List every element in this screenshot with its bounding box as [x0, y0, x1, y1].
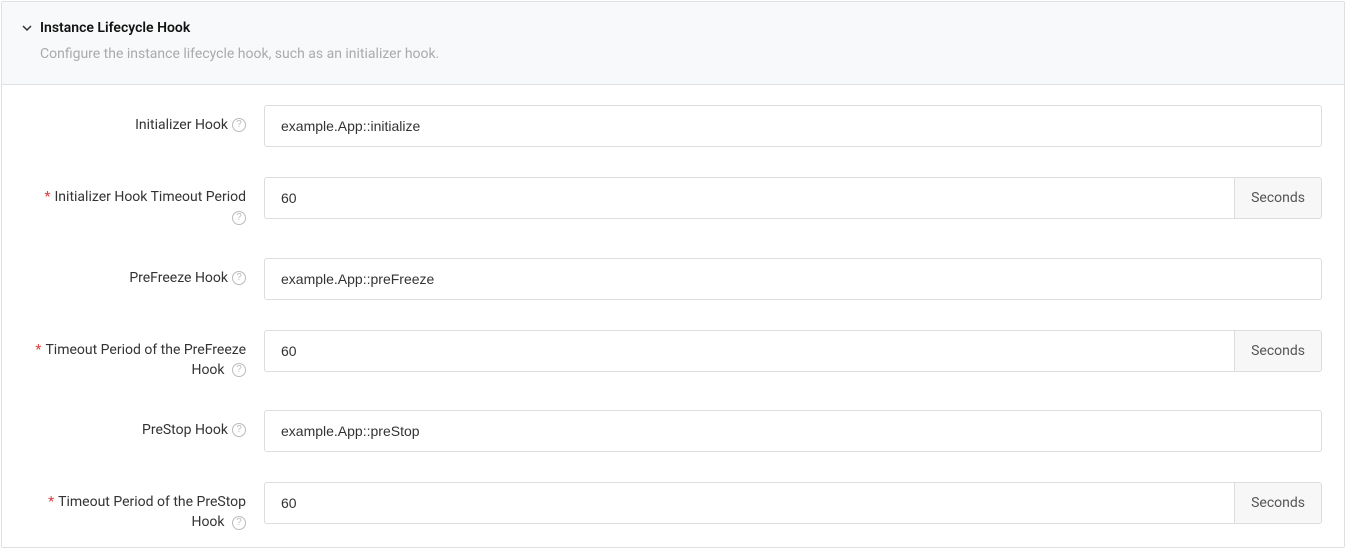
- help-icon[interactable]: ?: [232, 211, 246, 225]
- label-prefreeze: PreFreeze Hook?: [24, 258, 264, 288]
- label-initializer-timeout: *Initializer Hook Timeout Period ?: [24, 177, 264, 228]
- unit-label: Seconds: [1234, 330, 1322, 372]
- required-asterisk: *: [44, 189, 50, 205]
- prestop-hook-input[interactable]: [264, 410, 1322, 452]
- form-row-prefreeze-timeout: *Timeout Period of the PreFreeze Hook ? …: [24, 330, 1322, 381]
- panel-body: Initializer Hook? *Initializer Hook Time…: [2, 85, 1344, 547]
- label-prestop-timeout: *Timeout Period of the PreStop Hook ?: [24, 482, 264, 533]
- panel-header: Instance Lifecycle Hook Configure the in…: [2, 2, 1344, 85]
- initializer-hook-input[interactable]: [264, 105, 1322, 147]
- form-row-prestop-timeout: *Timeout Period of the PreStop Hook ? Se…: [24, 482, 1322, 533]
- required-asterisk: *: [48, 494, 54, 510]
- prefreeze-hook-input[interactable]: [264, 258, 1322, 300]
- label-prestop: PreStop Hook?: [24, 410, 264, 440]
- form-row-initializer-timeout: *Initializer Hook Timeout Period ? Secon…: [24, 177, 1322, 228]
- prestop-timeout-input[interactable]: [264, 482, 1234, 524]
- prefreeze-timeout-input[interactable]: [264, 330, 1234, 372]
- initializer-timeout-input[interactable]: [264, 177, 1234, 219]
- form-row-initializer: Initializer Hook?: [24, 105, 1322, 147]
- help-icon[interactable]: ?: [232, 271, 246, 285]
- help-icon[interactable]: ?: [232, 516, 246, 530]
- required-asterisk: *: [35, 342, 41, 358]
- unit-label: Seconds: [1234, 482, 1322, 524]
- help-icon[interactable]: ?: [232, 118, 246, 132]
- unit-label: Seconds: [1234, 177, 1322, 219]
- lifecycle-hook-panel: Instance Lifecycle Hook Configure the in…: [1, 1, 1345, 548]
- label-prefreeze-timeout: *Timeout Period of the PreFreeze Hook ?: [24, 330, 264, 381]
- form-row-prefreeze: PreFreeze Hook?: [24, 258, 1322, 300]
- chevron-down-icon[interactable]: [22, 23, 32, 33]
- form-row-prestop: PreStop Hook?: [24, 410, 1322, 452]
- help-icon[interactable]: ?: [232, 423, 246, 437]
- help-icon[interactable]: ?: [232, 363, 246, 377]
- panel-title: Instance Lifecycle Hook: [40, 20, 190, 36]
- label-initializer: Initializer Hook?: [24, 105, 264, 135]
- panel-description: Configure the instance lifecycle hook, s…: [40, 46, 1324, 62]
